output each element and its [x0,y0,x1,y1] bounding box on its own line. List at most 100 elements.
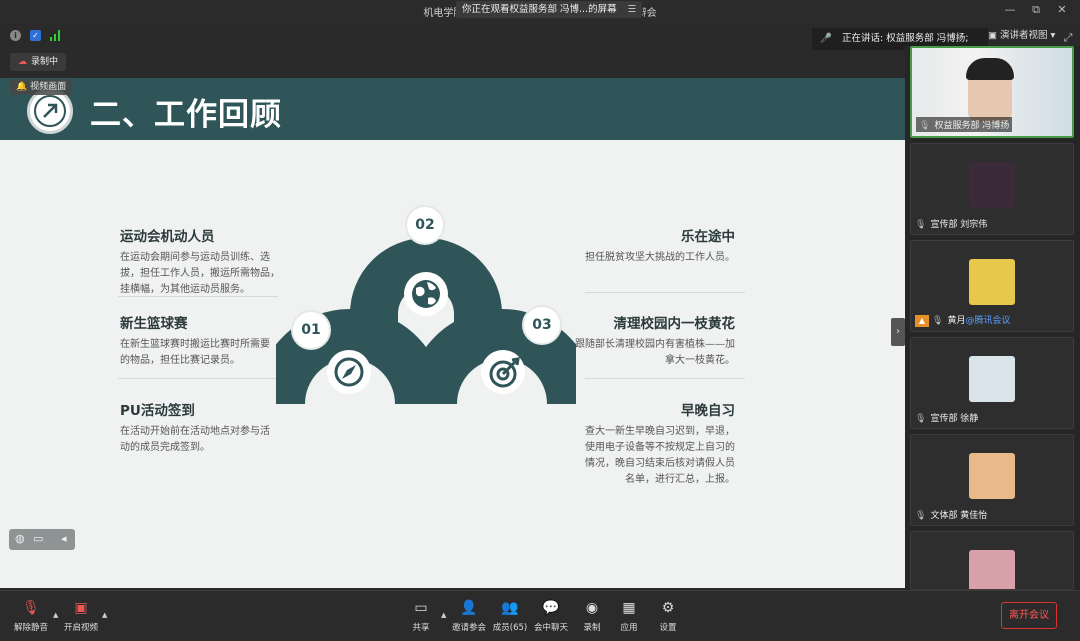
participant-name: 🎙 宣传部 刘宗伟 [915,217,987,230]
start-video-button[interactable]: ▣ 开启视频 [57,599,105,633]
item-body: 在运动会期间参与运动员训练、选 拔，担任工作人员，搬运所需物品， 挂横幅，为其他… [120,250,300,298]
participant-tile[interactable] [910,531,1074,590]
leave-meeting-button[interactable]: 离开会议 [1001,602,1057,629]
right-item-1: 乐在途中 担任脱贫攻坚大挑战的工作人员。 [555,225,735,266]
close-button[interactable]: ✕ [1052,3,1072,16]
body-line: 在新生篮球赛时搬运比赛时所需要 [120,339,270,350]
title-bar: 机电学院 先答辩会 你正在观看权益服务部 冯博...的屏幕 ☰ — ⧉ ✕ [0,0,1080,24]
start-video-label: 开启视频 [63,623,98,633]
settings-label: 设置 [659,623,677,633]
share-screen-icon: ▭ [414,600,428,616]
arrow-icon [34,95,66,127]
shield-icon[interactable]: ✓ [30,30,41,41]
item-title: PU活动签到 [120,403,195,419]
item-title: 乐在途中 [681,229,735,245]
status-row: i ✓ [0,24,905,46]
item-title: 运动会机动人员 [120,229,215,245]
bottom-toolbar: 🎙 解除静音 ▲ ▣ 开启视频 ▲ ▭ 共享 ▲ 👤 邀请参会 👥 成员(65)… [0,590,1080,641]
body-line: 的物品，担任比赛记录员。 [120,355,240,366]
slide-control-pill[interactable]: ◍ ▭ ◂ [9,529,75,550]
participant-tile[interactable]: 🎙 文体部 黄佳怡 [910,434,1074,526]
slide-heading: 二、工作回顾 [90,97,282,133]
gear-icon: ⚙ [661,600,675,616]
badge-03: 03 [522,305,562,345]
divider [118,296,278,297]
fullscreen-icon[interactable]: ⤢ [1058,31,1078,45]
divider [585,292,745,293]
unmute-button[interactable]: 🎙 解除静音 [7,599,55,633]
avatar [969,550,1015,589]
avatar [969,162,1015,208]
camera-off-icon: ▣ [74,600,88,616]
info-icon[interactable]: i [10,30,21,41]
cloud-record-icon: ☁ [18,57,27,67]
item-body: 查大一新生早晚自习迟到，早退， 使用电子设备等不按规定上自习的 情况，晚自习结束… [555,424,735,488]
left-item-2: 新生篮球赛 在新生篮球赛时搬运比赛时所需要 的物品，担任比赛记录员。 [120,312,300,369]
item-body: 担任脱贫攻坚大挑战的工作人员。 [555,250,735,266]
subtitle-indicator[interactable]: 🔔 视频画面 [10,79,73,95]
subtitle-label: 视频画面 [30,82,67,92]
body-line: 查大一新生早晚自习迟到，早退， [585,426,735,437]
unmute-label: 解除静音 [13,623,48,633]
share-banner[interactable]: 你正在观看权益服务部 冯博...的屏幕 ☰ [456,1,643,18]
chevron-right-icon: › [896,326,900,337]
participant-tile[interactable]: 🎙 宣传部 刘宗伟 [910,143,1074,235]
divider [585,378,745,379]
person-hair [966,58,1014,80]
view-mode-button[interactable]: ▣ 演讲者视图 ▾ [988,28,1055,44]
recording-indicator[interactable]: ☁ 录制中 [10,53,67,71]
left-item-3: PU活动签到 在活动开始前在活动地点对参与活 动的成员完成签到。 [120,399,300,456]
participant-tile[interactable]: 🎙 权益服务部 冯博扬 [910,46,1074,138]
left-item-1: 运动会机动人员 在运动会期间参与运动员训练、选 拔，担任工作人员，搬运所需物品，… [120,225,300,298]
participant-tile[interactable]: ▲ 🎙 黄月@腾讯会议 [910,240,1074,332]
item-title: 早晚自习 [681,403,735,419]
item-body: 在新生篮球赛时搬运比赛时所需要 的物品，担任比赛记录员。 [120,337,300,369]
participant-name: ▲ 🎙 黄月@腾讯会议 [915,313,1010,327]
annotate-icon[interactable]: ◍ [15,532,25,545]
body-line: 使用电子设备等不按规定上自习的 [585,442,735,453]
avatar [969,453,1015,499]
participant-name-text: 黄月 [947,316,966,326]
bell-icon: 🔔 [16,82,28,92]
right-item-2: 清理校园内一枝黄花 跟随部长清理校园内有害植株——加 拿大一枝黄花。 [555,312,735,369]
speaking-text: 正在讲话: 权益服务部 冯博扬; [842,33,969,44]
badge-02: 02 [405,205,445,245]
signal-icon[interactable] [50,29,62,41]
video-options-caret-icon[interactable]: ▲ [102,611,107,619]
mic-muted-icon: 🎙 [932,316,944,326]
settings-button[interactable]: ⚙ 设置 [644,599,692,633]
avatar [969,356,1015,402]
mic-icon: 🎙 [919,121,931,131]
participant-name-text: 宣传部 徐静 [930,414,979,424]
share-menu-icon[interactable]: ☰ [628,4,637,15]
participant-tile[interactable]: 🎙 宣传部 徐静 [910,337,1074,429]
badge-01: 01 [291,310,331,350]
chevron-down-icon: ▾ [1047,30,1056,41]
divider [118,378,278,379]
maximize-button[interactable]: ⧉ [1026,3,1046,17]
participant-name: 🎙 宣传部 徐静 [915,411,978,424]
participant-name: 🎙 权益服务部 冯博扬 [916,117,1013,132]
share-button[interactable]: ▭ 共享 [397,599,445,633]
collapse-left-icon[interactable]: ◂ [61,532,67,545]
body-line: 在运动会期间参与运动员训练、选 [120,252,270,263]
share-label: 共享 [412,623,430,633]
body-line: 情况，晚自习结束后核对请假人员 [585,458,735,469]
sidebar-collapse-button[interactable]: › [891,318,905,346]
body-line: 跟随部长清理校园内有害植株——加 [575,339,735,350]
slide-header: 二、工作回顾 [0,78,905,140]
participant-suffix: @腾讯会议 [965,316,1011,326]
minimize-button[interactable]: — [1000,3,1020,16]
host-badge-icon: ▲ [915,315,929,327]
body-line: 拔，担任工作人员，搬运所需物品， [120,268,280,279]
view-mode-icon: ▣ [988,30,1000,41]
body-line: 在活动开始前在活动地点对参与活 [120,426,270,437]
mic-muted-icon: 🎙 [915,414,927,424]
chat-bubble-icon[interactable]: ▭ [33,532,43,545]
mic-muted-icon: 🎙 [915,511,927,521]
mic-muted-icon: 🎙 [915,220,927,230]
item-title: 清理校园内一枝黄花 [613,316,736,332]
avatar [969,259,1015,305]
mic-off-icon: 🎙 [22,600,40,616]
item-body: 跟随部长清理校园内有害植株——加 拿大一枝黄花。 [555,337,735,369]
